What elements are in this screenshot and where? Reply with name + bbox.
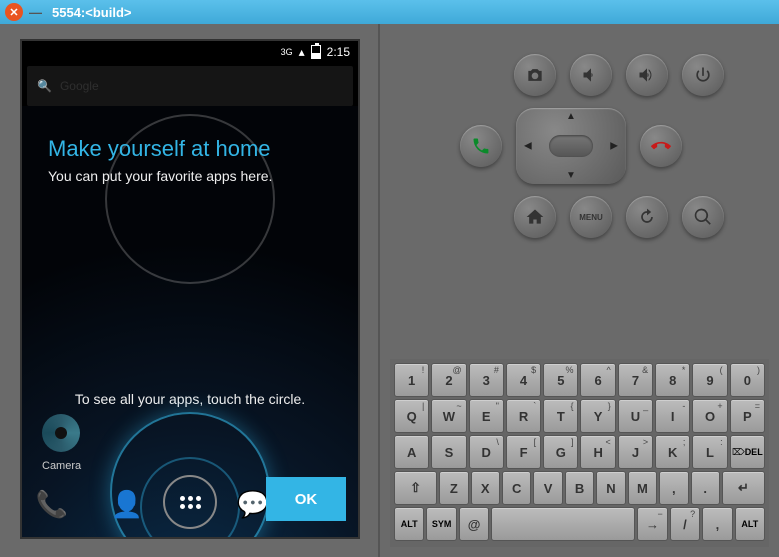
camera-button[interactable] <box>514 54 556 96</box>
key-M[interactable]: M <box>628 471 657 505</box>
key-T[interactable]: {T <box>543 399 578 433</box>
key-,[interactable]: , <box>702 507 732 541</box>
window-titlebar: ✕ — 5554:<build> <box>0 0 779 24</box>
key-F[interactable]: [F <box>506 435 541 469</box>
kbd-row-4: ⇧ZXCVBNM,.↵ <box>394 471 765 505</box>
key-5[interactable]: %5 <box>543 363 578 397</box>
key-A[interactable]: A <box>394 435 429 469</box>
key-,[interactable]: , <box>659 471 688 505</box>
tip-subtitle: You can put your favorite apps here. <box>48 168 332 184</box>
key-D[interactable]: \D <box>469 435 504 469</box>
dpad-center[interactable] <box>549 135 593 157</box>
home-screen[interactable]: Make yourself at home You can put your f… <box>22 106 358 537</box>
key-E[interactable]: "E <box>469 399 504 433</box>
key-R[interactable]: `R <box>506 399 541 433</box>
key-I[interactable]: -I <box>655 399 690 433</box>
call-button[interactable] <box>460 125 502 167</box>
kbd-row-5: ALTSYM@ −→?/,ALT <box>394 507 765 541</box>
key-H[interactable]: <H <box>580 435 615 469</box>
dpad-left[interactable]: ◀ <box>524 141 532 152</box>
key-9[interactable]: (9 <box>692 363 727 397</box>
battery-icon <box>311 45 321 59</box>
network-label: 3G <box>281 48 293 57</box>
emulator-controls-panel: ▲ ▼ ◀ ▶ MENU !1@2#3$4%5^6&7*8(9)0 |Q~W"E… <box>380 24 779 557</box>
key-C[interactable]: C <box>502 471 531 505</box>
key-3[interactable]: #3 <box>469 363 504 397</box>
key-/[interactable]: ?/ <box>670 507 700 541</box>
search-placeholder: Google <box>60 79 99 93</box>
hardware-keyboard: !1@2#3$4%5^6&7*8(9)0 |Q~W"E`R{T}Y_U-I+O=… <box>390 359 769 547</box>
key-N[interactable]: N <box>596 471 625 505</box>
ok-button[interactable]: OK <box>266 477 346 521</box>
key-ALT[interactable]: ALT <box>735 507 765 541</box>
search-button[interactable] <box>682 196 724 238</box>
key-L[interactable]: :L <box>692 435 727 469</box>
menu-button[interactable]: MENU <box>570 196 612 238</box>
key-K[interactable]: ;K <box>655 435 690 469</box>
key-G[interactable]: ]G <box>543 435 578 469</box>
key-8[interactable]: *8 <box>655 363 690 397</box>
key-X[interactable]: X <box>471 471 500 505</box>
kbd-row-2: |Q~W"E`R{T}Y_U-I+O=P <box>394 399 765 433</box>
key-2[interactable]: @2 <box>431 363 466 397</box>
key-DEL[interactable]: ⌦DEL <box>730 435 765 469</box>
apps-hint: To see all your apps, touch the circle. <box>22 391 358 407</box>
key-S[interactable]: S <box>431 435 466 469</box>
key-4[interactable]: $4 <box>506 363 541 397</box>
key-space[interactable] <box>491 507 635 541</box>
dpad-right[interactable]: ▶ <box>610 141 618 152</box>
emulator-screen-panel: 3G ▴ 2:15 🔍 Google Make yourself at home… <box>0 24 380 557</box>
end-call-button[interactable] <box>640 125 682 167</box>
dpad-up[interactable]: ▲ <box>566 111 576 122</box>
volume-up-button[interactable] <box>626 54 668 96</box>
key-V[interactable]: V <box>533 471 562 505</box>
phone-app-icon[interactable]: 📞 <box>27 479 77 529</box>
key-P[interactable]: =P <box>730 399 765 433</box>
signal-icon: ▴ <box>299 45 305 59</box>
key-1[interactable]: !1 <box>394 363 429 397</box>
key-J[interactable]: >J <box>618 435 653 469</box>
search-icon: 🔍 <box>37 79 52 93</box>
dpad-down[interactable]: ▼ <box>566 170 576 181</box>
key-↵[interactable]: ↵ <box>722 471 765 505</box>
tip-title: Make yourself at home <box>48 136 332 162</box>
key-7[interactable]: &7 <box>618 363 653 397</box>
key-U[interactable]: _U <box>618 399 653 433</box>
camera-app-icon[interactable] <box>42 414 80 452</box>
key-6[interactable]: ^6 <box>580 363 615 397</box>
contacts-app-icon[interactable]: 👤 <box>102 479 152 529</box>
volume-down-button[interactable] <box>570 54 612 96</box>
key-@[interactable]: @ <box>459 507 489 541</box>
key-O[interactable]: +O <box>692 399 727 433</box>
dpad: ▲ ▼ ◀ ▶ <box>516 108 626 184</box>
search-bar[interactable]: 🔍 Google <box>27 66 353 106</box>
key-⇧[interactable]: ⇧ <box>394 471 437 505</box>
kbd-row-3: AS\D[F]G<H>J;K:L⌦DEL <box>394 435 765 469</box>
key-SYM[interactable]: SYM <box>426 507 456 541</box>
power-button[interactable] <box>682 54 724 96</box>
back-button[interactable] <box>626 196 668 238</box>
clock: 2:15 <box>327 45 350 59</box>
welcome-tip: Make yourself at home You can put your f… <box>48 136 332 184</box>
key-Q[interactable]: |Q <box>394 399 429 433</box>
status-bar: 3G ▴ 2:15 <box>22 41 358 63</box>
key-B[interactable]: B <box>565 471 594 505</box>
key-0[interactable]: )0 <box>730 363 765 397</box>
key-.[interactable]: . <box>691 471 720 505</box>
key-Z[interactable]: Z <box>439 471 468 505</box>
minimize-icon[interactable]: — <box>29 5 42 20</box>
window-title: 5554:<build> <box>52 5 131 20</box>
phone-frame: 3G ▴ 2:15 🔍 Google Make yourself at home… <box>20 39 360 539</box>
camera-label: Camera <box>42 460 81 472</box>
key-Y[interactable]: }Y <box>580 399 615 433</box>
key-W[interactable]: ~W <box>431 399 466 433</box>
close-icon[interactable]: ✕ <box>5 3 23 21</box>
home-button[interactable] <box>514 196 556 238</box>
kbd-row-1: !1@2#3$4%5^6&7*8(9)0 <box>394 363 765 397</box>
apps-drawer-button[interactable] <box>163 475 217 529</box>
key-→[interactable]: −→ <box>637 507 667 541</box>
key-ALT[interactable]: ALT <box>394 507 424 541</box>
